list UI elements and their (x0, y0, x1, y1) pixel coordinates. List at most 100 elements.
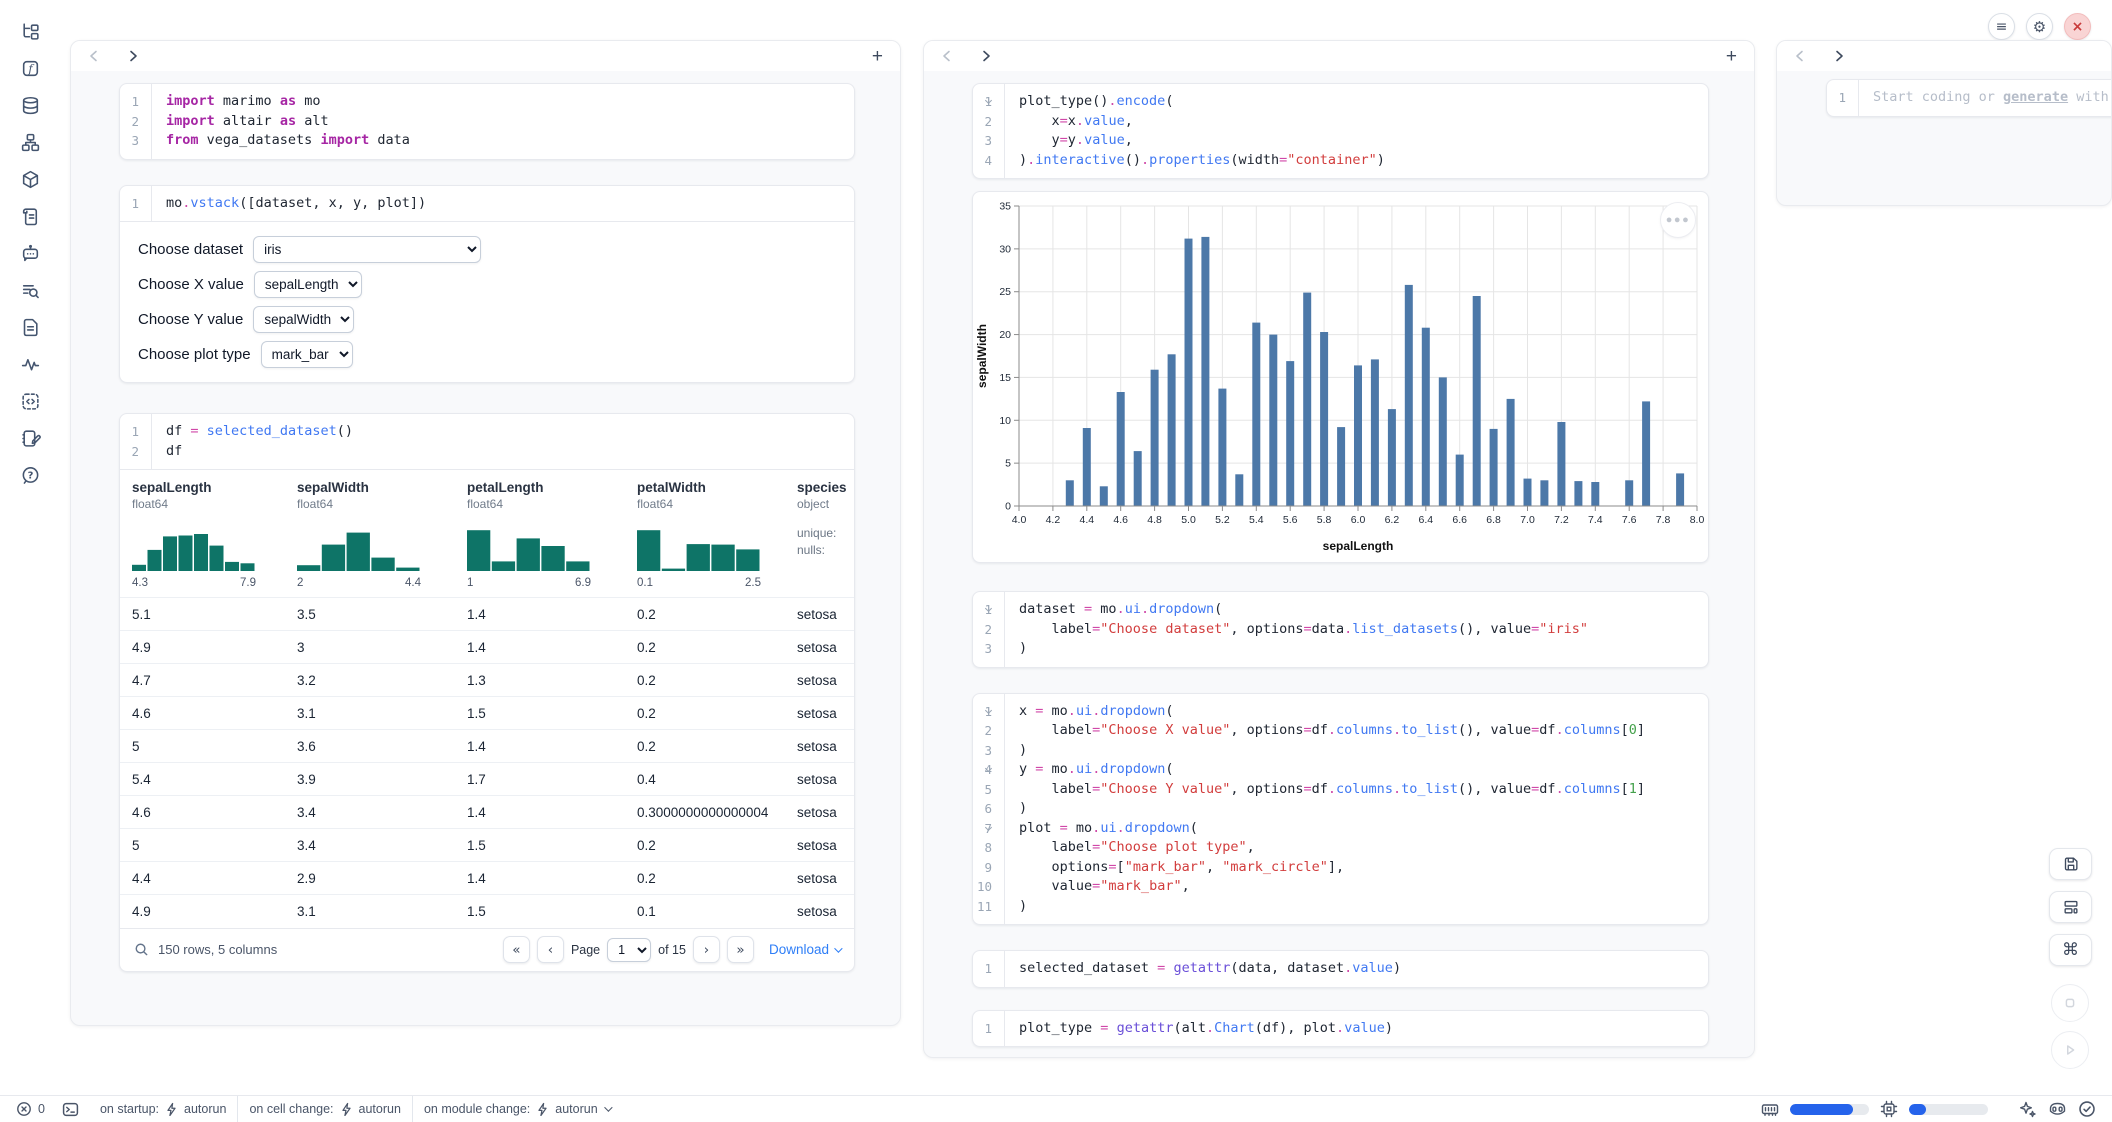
keyboard-shortcuts-button[interactable]: ⌘ (2049, 934, 2092, 966)
autorun-setting[interactable]: on cell change:autorun (249, 1102, 401, 1116)
separator (412, 1096, 413, 1122)
column-header[interactable]: petalLengthfloat6416.9 (455, 470, 625, 598)
chevron-left-icon[interactable] (88, 45, 114, 67)
column-header[interactable]: sepalLengthfloat644.37.9 (120, 470, 285, 598)
setting-label: on startup: (100, 1102, 159, 1116)
chevron-right-icon[interactable] (1834, 45, 1860, 67)
empty-code-cell[interactable]: 1Start coding or generate with AI (1826, 79, 2112, 117)
scratchpad-icon[interactable] (19, 390, 41, 412)
setting-label: on module change: (424, 1102, 530, 1116)
control-dropdown[interactable]: iris (253, 236, 481, 263)
code-editor[interactable]: 123dataset = mo.ui.dropdown( label="Choo… (973, 592, 1708, 667)
gear-icon[interactable]: ⚙ (2026, 13, 2053, 40)
setting-label: on cell change: (249, 1102, 333, 1116)
packages-icon[interactable] (19, 168, 41, 190)
chevron-right-icon[interactable] (128, 45, 154, 67)
autorun-setting[interactable]: on module change:autorun (424, 1102, 610, 1116)
column-header[interactable]: speciesobjectunique:nulls: (785, 470, 855, 598)
ai-chat-icon[interactable] (19, 242, 41, 264)
next-page-button[interactable]: › (693, 936, 720, 963)
code-editor[interactable]: 1selected_dataset = getattr(data, datase… (973, 951, 1708, 987)
functions-icon[interactable]: f (19, 57, 41, 79)
close-icon[interactable]: × (2064, 13, 2091, 40)
chevron-left-icon[interactable] (1794, 45, 1820, 67)
stop-button[interactable] (2051, 984, 2089, 1022)
check-circle-icon[interactable] (2078, 1100, 2096, 1118)
table-row[interactable]: 4.42.91.40.2setosa (120, 862, 855, 895)
autorun-setting[interactable]: on startup:autorun (100, 1102, 226, 1116)
add-cell-button[interactable]: + (1726, 47, 1737, 66)
code-cell-imports[interactable]: 123import marimo as moimport altair as a… (119, 83, 855, 160)
code-editor[interactable]: 12df = selected_dataset()df (120, 414, 854, 469)
run-button[interactable] (2051, 1031, 2089, 1069)
pages-total: of 15 (658, 943, 686, 957)
code-editor[interactable]: 1234plot_type().encode( x=x.value, y=y.v… (973, 84, 1708, 178)
file-tree-icon[interactable] (19, 20, 41, 42)
column-header[interactable]: sepalWidthfloat6424.4 (285, 470, 455, 598)
svg-text:0: 0 (1005, 501, 1011, 513)
table-row[interactable]: 53.41.50.2setosa (120, 829, 855, 862)
table-row[interactable]: 4.93.11.50.1setosa (120, 895, 855, 928)
code-cell-xy-dropdowns[interactable]: 1234567891011x = mo.ui.dropdown( label="… (972, 693, 1709, 926)
save-button[interactable] (2049, 848, 2092, 880)
table-row[interactable]: 5.13.51.40.2setosa (120, 598, 855, 631)
layout-button[interactable] (2049, 891, 2092, 923)
add-cell-button[interactable]: + (872, 47, 883, 66)
code-editor-placeholder[interactable]: 1Start coding or generate with AI (1827, 80, 2112, 116)
column-histogram (467, 521, 617, 574)
search-icon[interactable] (134, 942, 149, 957)
download-button[interactable]: Download (769, 942, 840, 957)
column-header[interactable]: petalWidthfloat640.12.5 (625, 470, 785, 598)
page-label: Page (571, 943, 600, 957)
control-dropdown[interactable]: sepalLength (254, 271, 362, 298)
errors-indicator[interactable]: 0 (16, 1101, 45, 1117)
svg-text:4.8: 4.8 (1147, 514, 1162, 526)
code-editor[interactable]: 123import marimo as moimport altair as a… (120, 84, 854, 159)
table-row[interactable]: 4.931.40.2setosa (120, 631, 855, 664)
cell-output-table: sepalLengthfloat644.37.9sepalWidthfloat6… (120, 469, 854, 971)
chart-menu-icon[interactable]: ●●● (1660, 202, 1696, 238)
code-cell-selected-dataset[interactable]: 1selected_dataset = getattr(data, datase… (972, 950, 1709, 988)
terminal-button[interactable] (62, 1101, 79, 1118)
code-editor[interactable]: 1234567891011x = mo.ui.dropdown( label="… (973, 694, 1708, 925)
menu-icon[interactable]: ≡ (1988, 13, 2015, 40)
notes-icon[interactable] (19, 427, 41, 449)
table-row[interactable]: 53.61.40.2setosa (120, 730, 855, 763)
code-cell-dataframe[interactable]: 12df = selected_dataset()df sepalLengthf… (119, 413, 855, 972)
last-page-button[interactable]: » (727, 936, 754, 963)
sparkles-icon[interactable] (2018, 1100, 2037, 1119)
logs-icon[interactable] (19, 205, 41, 227)
page-select[interactable]: 1 (607, 938, 651, 962)
cpu-usage-meter (1909, 1104, 1988, 1115)
help-icon[interactable]: ? (19, 464, 41, 486)
documentation-icon[interactable] (19, 316, 41, 338)
table-row[interactable]: 4.73.21.30.2setosa (120, 664, 855, 697)
code-cell-dataset-dropdown[interactable]: 123dataset = mo.ui.dropdown( label="Choo… (972, 591, 1709, 668)
svg-text:5.0: 5.0 (1181, 514, 1196, 526)
first-page-button[interactable]: « (503, 936, 530, 963)
notebook-column-right: 1Start coding or generate with AI (1776, 40, 2112, 206)
tracing-icon[interactable] (19, 353, 41, 375)
control-dropdown[interactable]: mark_bar (261, 341, 353, 368)
dependency-graph-icon[interactable] (19, 131, 41, 153)
code-cell-plot-type[interactable]: 1plot_type = getattr(alt.Chart(df), plot… (972, 1010, 1709, 1048)
code-cell-vstack[interactable]: 1mo.vstack([dataset, x, y, plot]) Choose… (119, 185, 855, 384)
table-row[interactable]: 5.43.91.70.4setosa (120, 763, 855, 796)
table-row[interactable]: 4.63.11.50.2setosa (120, 697, 855, 730)
error-count: 0 (38, 1102, 45, 1116)
bar-chart[interactable]: 4.04.24.44.64.85.05.25.45.65.86.06.26.46… (973, 192, 1708, 563)
control-dropdown[interactable]: sepalWidth (253, 306, 354, 333)
status-bar: 0 on startup:autorun on cell change:autor… (0, 1095, 2112, 1122)
chevron-right-icon[interactable] (981, 45, 1007, 67)
chevron-left-icon[interactable] (941, 45, 967, 67)
stop-icon (2061, 994, 2079, 1012)
snippets-icon[interactable] (19, 279, 41, 301)
code-cell-plot[interactable]: 1234plot_type().encode( x=x.value, y=y.v… (972, 83, 1709, 179)
control-label: Choose Y value (138, 311, 243, 328)
copilot-icon[interactable] (2048, 1100, 2067, 1119)
table-row[interactable]: 4.63.41.40.3000000000000004setosa (120, 796, 855, 829)
code-editor[interactable]: 1mo.vstack([dataset, x, y, plot]) (120, 186, 854, 222)
datasources-icon[interactable] (19, 94, 41, 116)
code-editor[interactable]: 1plot_type = getattr(alt.Chart(df), plot… (973, 1011, 1708, 1047)
prev-page-button[interactable]: ‹ (537, 936, 564, 963)
